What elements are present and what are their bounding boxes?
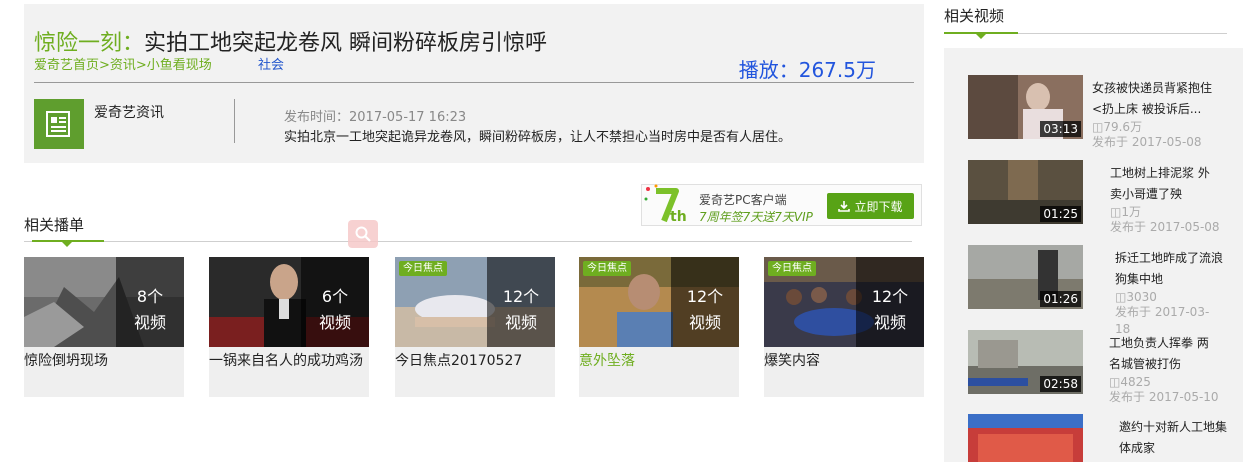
playlist-badge: 今日焦点 xyxy=(399,261,447,276)
related-video-item[interactable]: 03:13 女孩被快递员背紧抱住<扔上床 被投诉后... ◫79.6万 发布于 … xyxy=(968,75,1238,149)
category-tag[interactable]: 社会 xyxy=(258,54,284,73)
video-title-main: 实拍工地突起龙卷风 瞬间粉碎板房引惊呼 xyxy=(144,31,548,56)
playlist-card[interactable]: 6个 视频 一锅来自名人的成功鸡汤 xyxy=(209,257,369,397)
breadcrumb[interactable]: 爱奇艺首页>资讯>小鱼看现场 xyxy=(34,54,212,73)
playlist-title[interactable]: 意外坠落 xyxy=(579,351,739,371)
client-title: 爱奇艺PC客户端 xyxy=(699,193,787,207)
playlist-badge: 今日焦点 xyxy=(583,261,631,276)
related-playlists-heading: 相关播单 xyxy=(24,216,85,234)
download-icon xyxy=(838,201,851,212)
playlist-card[interactable]: 今日焦点 12个 视频 爆笑内容 xyxy=(764,257,924,397)
play-count: 播放：267.5万 xyxy=(738,58,876,82)
logo-7th-text: th xyxy=(670,209,687,225)
video-views-value: 4825 xyxy=(1120,375,1151,389)
related-videos-heading: 相关视频 xyxy=(944,7,1005,25)
video-thumbnail xyxy=(968,414,1083,462)
related-video-item[interactable]: 邀约十对新人工地集体成家 xyxy=(968,414,1238,462)
newspaper-icon xyxy=(46,111,70,137)
video-thumbnail: 01:26 xyxy=(968,245,1083,309)
playlist-count-overlay: 12个 视频 xyxy=(856,257,924,347)
anniversary-logo-icon: th xyxy=(644,184,687,225)
playlist-unit: 视频 xyxy=(873,313,906,332)
playlist-card[interactable]: 今日焦点 12个 视频 今日焦点20170527 xyxy=(395,257,555,397)
playlist-count: 6个 xyxy=(321,287,349,306)
video-duration: 01:25 xyxy=(1040,206,1081,222)
video-title[interactable]: 邀约十对新人工地集体成家 xyxy=(1119,417,1229,459)
playlist-title[interactable]: 惊险倒坍现场 xyxy=(24,351,184,371)
floating-search-button[interactable] xyxy=(348,220,378,248)
video-thumbnail: 02:58 xyxy=(968,330,1083,394)
playlist-count: 12个 xyxy=(871,287,909,306)
video-title: 惊险一刻：实拍工地突起龙卷风 瞬间粉碎板房引惊呼 xyxy=(34,25,547,57)
playlist-count: 8个 xyxy=(136,287,164,306)
playlist-count-overlay: 12个 视频 xyxy=(671,257,739,347)
playlist-card[interactable]: 8个 视频 惊险倒坍现场 xyxy=(24,257,184,397)
download-button[interactable]: 立即下载 xyxy=(827,193,914,219)
playlist-count: 12个 xyxy=(686,287,724,306)
pc-client-banner[interactable]: th 爱奇艺PC客户端 7周年签7天送7天VIP 立即下载 xyxy=(641,184,922,226)
playlist-count-overlay: 12个 视频 xyxy=(487,257,555,347)
playlist-unit: 视频 xyxy=(318,313,351,332)
playlist-count: 12个 xyxy=(502,287,540,306)
channel-avatar[interactable] xyxy=(34,99,84,149)
video-duration: 02:58 xyxy=(1040,376,1081,392)
video-thumbnail: 01:25 xyxy=(968,160,1083,224)
playlist-badge: 今日焦点 xyxy=(768,261,816,276)
publish-time: 发布时间：2017-05-17 16:23 xyxy=(284,110,467,125)
video-views-value: 1万 xyxy=(1121,205,1141,219)
video-duration: 03:13 xyxy=(1040,121,1081,137)
video-title-prefix: 惊险一刻： xyxy=(34,31,145,56)
caret-down-icon xyxy=(976,34,986,39)
video-title[interactable]: 工地树上排泥浆 外卖小哥遭了殃 xyxy=(1110,163,1220,205)
related-video-item[interactable]: 01:26 拆迁工地昨成了流浪狗集中地 ◫3030 发布于 2017-03-18 xyxy=(968,245,1238,336)
video-description: 实拍北京一工地突起诡异龙卷风，瞬间粉碎板房，让人不禁担心当时房中是否有人居住。 xyxy=(284,130,792,145)
client-promo: 7周年签7天送7天VIP xyxy=(699,210,813,224)
video-title[interactable]: 拆迁工地昨成了流浪狗集中地 xyxy=(1115,248,1225,290)
playlist-title[interactable]: 今日焦点20170527 xyxy=(395,351,555,371)
video-title[interactable]: 工地负责人挥拳 两名城管被打伤 xyxy=(1109,333,1219,375)
download-button-label: 立即下载 xyxy=(854,199,903,214)
section-divider xyxy=(24,241,912,242)
video-date: 发布于 2017-05-08 xyxy=(1092,135,1202,149)
video-thumbnail: 03:13 xyxy=(968,75,1083,139)
search-icon xyxy=(355,226,371,242)
channel-name[interactable]: 爱奇艺资讯 xyxy=(94,102,164,122)
video-title[interactable]: 女孩被快递员背紧抱住<扔上床 被投诉后... xyxy=(1092,78,1212,120)
playlist-count-overlay: 8个 视频 xyxy=(116,257,184,347)
playlist-title[interactable]: 一锅来自名人的成功鸡汤 xyxy=(209,351,369,371)
related-video-item[interactable]: 01:25 工地树上排泥浆 外卖小哥遭了殃 ◫1万 发布于 2017-05-08 xyxy=(968,160,1238,234)
playlist-title[interactable]: 爆笑内容 xyxy=(764,351,924,371)
playlist-unit: 视频 xyxy=(133,313,166,332)
related-video-item[interactable]: 02:58 工地负责人挥拳 两名城管被打伤 ◫4825 发布于 2017-05-… xyxy=(968,330,1238,404)
caret-down-icon xyxy=(62,242,72,247)
video-info-panel: 惊险一刻：实拍工地突起龙卷风 瞬间粉碎板房引惊呼 爱奇艺首页>资讯>小鱼看现场 … xyxy=(24,4,924,163)
playlist-count-overlay: 6个 视频 xyxy=(301,257,369,347)
playlist-unit: 视频 xyxy=(504,313,537,332)
video-views-value: 3030 xyxy=(1126,290,1157,304)
video-date: 发布于 2017-05-10 xyxy=(1109,390,1219,404)
video-date: 发布于 2017-05-08 xyxy=(1110,220,1220,234)
vertical-divider xyxy=(234,99,235,143)
divider xyxy=(34,82,914,83)
video-views-value: 79.6万 xyxy=(1103,120,1143,134)
video-duration: 01:26 xyxy=(1040,291,1081,307)
playlist-unit: 视频 xyxy=(688,313,721,332)
playlist-card[interactable]: 今日焦点 12个 视频 意外坠落 xyxy=(579,257,739,397)
